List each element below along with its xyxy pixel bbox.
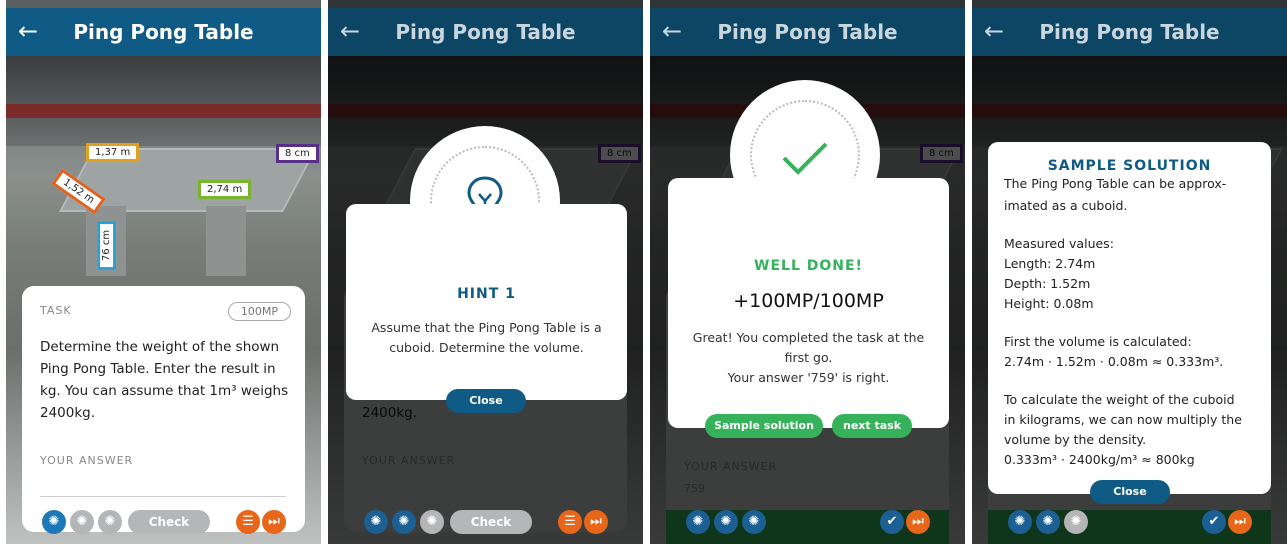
close-button[interactable]: Close [1090, 480, 1170, 504]
building-background [6, 56, 321, 146]
measure-leg-label: 76 cm [97, 220, 117, 271]
result-modal: WELL DONE! +100MP/100MP Great! You compl… [668, 178, 949, 428]
skip-icon[interactable]: ⏭ [1228, 510, 1252, 534]
screen-task: ← Ping Pong Table 1,37 m 8 cm 1,52 m 2,7… [6, 0, 321, 544]
solution-title: SAMPLE SOLUTION [1047, 158, 1212, 174]
result-title: WELL DONE! [754, 258, 863, 274]
task-footer: ✺ ✺ ✺ Check ☰ ⏭ [36, 510, 294, 538]
checkmark-icon: ✔ [880, 510, 904, 534]
solution-line: To calculate the weight of the cuboid [1004, 392, 1235, 407]
solution-line: imated as a cuboid. [1004, 198, 1128, 213]
hint-modal: HINT 1 Assume that the Ping Pong Table i… [346, 204, 627, 400]
checkmark-icon [782, 142, 828, 175]
solution-line: volume by the density. [1004, 432, 1147, 447]
lightbulb-icon: ✺ [1008, 510, 1032, 534]
solution-line: Length: 2.74m [1004, 256, 1096, 271]
task-label: TASK [40, 304, 72, 317]
lightbulb-icon[interactable]: ✺ [42, 510, 66, 534]
solution-line: Depth: 1.52m [1004, 276, 1091, 291]
solution-line: First the volume is calculated: [1004, 334, 1192, 349]
lightbulb-icon: ✺ [1064, 510, 1088, 534]
solution-line: Measured values: [1004, 236, 1114, 251]
task-footer: ✺ ✺ ✺ Check ☰ ⏭ [358, 510, 616, 538]
score-text: +100MP/100MP [733, 290, 884, 312]
next-task-button[interactable]: next task [832, 414, 912, 438]
screen-solution: ← Ping Pong Table ✺ ✺ ✺ ✔ ⏭ SAMPLE SOLUT… [972, 0, 1287, 544]
list-icon[interactable]: ☰ [558, 510, 582, 534]
skip-icon[interactable]: ⏭ [584, 510, 608, 534]
answer-input[interactable] [40, 496, 286, 497]
close-button[interactable]: Close [446, 389, 526, 413]
solution-modal: SAMPLE SOLUTION The Ping Pong Table can … [988, 142, 1271, 494]
solution-line: 2.74m · 1.52m · 0.08m ≈ 0.333m³. [1004, 354, 1224, 369]
solution-line: The Ping Pong Table can be approx- [1004, 176, 1227, 191]
skip-icon[interactable]: ⏭ [906, 510, 930, 534]
list-icon[interactable]: ☰ [236, 510, 260, 534]
lightbulb-icon[interactable]: ✺ [392, 510, 416, 534]
table-leg [206, 206, 246, 276]
measure-length-label: 2,74 m [198, 180, 252, 199]
result-line-2: first go. [784, 350, 833, 365]
app-header: ← Ping Pong Table [6, 8, 321, 56]
result-line-3: Your answer '759' is right. [727, 370, 890, 385]
measure-height-label: 8 cm [276, 144, 319, 163]
points-badge: 100MP [227, 302, 291, 321]
checkmark-icon: ✔ [1202, 510, 1226, 534]
page-title: Ping Pong Table [395, 20, 576, 44]
lightbulb-icon[interactable]: ✺ [364, 510, 388, 534]
lightbulb-icon[interactable]: ✺ [420, 510, 444, 534]
task-description: Determine the weight of the shown Ping P… [40, 339, 289, 421]
page-title: Ping Pong Table [1039, 20, 1220, 44]
task-footer: ✺ ✺ ✺ ✔ ⏭ [680, 510, 938, 538]
sample-solution-button[interactable]: Sample solution [705, 414, 823, 438]
result-line-1: Great! You completed the task at the [692, 330, 925, 345]
page-title: Ping Pong Table [73, 20, 254, 44]
lightbulb-icon: ✺ [686, 510, 710, 534]
hint-title: HINT 1 [457, 286, 516, 302]
solution-line: 0.333m³ · 2400kg/m³ ≈ 800kg [1004, 452, 1195, 467]
lightbulb-icon[interactable]: ✺ [98, 510, 122, 534]
app-header: ← Ping Pong Table [972, 8, 1287, 56]
lightbulb-icon: ✺ [742, 510, 766, 534]
app-header: ← Ping Pong Table [328, 8, 643, 56]
answer-label: YOUR ANSWER [40, 454, 134, 467]
task-card: TASK 100MP Determine the weight of the s… [22, 286, 305, 532]
task-footer: ✺ ✺ ✺ ✔ ⏭ [1002, 510, 1260, 538]
solution-line: Height: 0.08m [1004, 296, 1094, 311]
app-header: ← Ping Pong Table [650, 8, 965, 56]
solution-line: in kilograms, we can now multiply the [1004, 412, 1242, 427]
hint-text: Assume that the Ping Pong Table is a cub… [371, 320, 602, 355]
lightbulb-icon[interactable]: ✺ [70, 510, 94, 534]
measure-width-label: 1,37 m [86, 143, 140, 162]
screen-result: ← Ping Pong Table 8 cm YOUR ANSWER 759 ✺… [650, 0, 965, 544]
check-button[interactable]: Check [128, 510, 210, 534]
screen-hint: ← Ping Pong Table 8 cm 2400kg. YOUR ANSW… [328, 0, 643, 544]
lightbulb-icon: ✺ [714, 510, 738, 534]
check-button[interactable]: Check [450, 510, 532, 534]
page-title: Ping Pong Table [717, 20, 898, 44]
skip-icon[interactable]: ⏭ [262, 510, 286, 534]
lightbulb-icon: ✺ [1036, 510, 1060, 534]
